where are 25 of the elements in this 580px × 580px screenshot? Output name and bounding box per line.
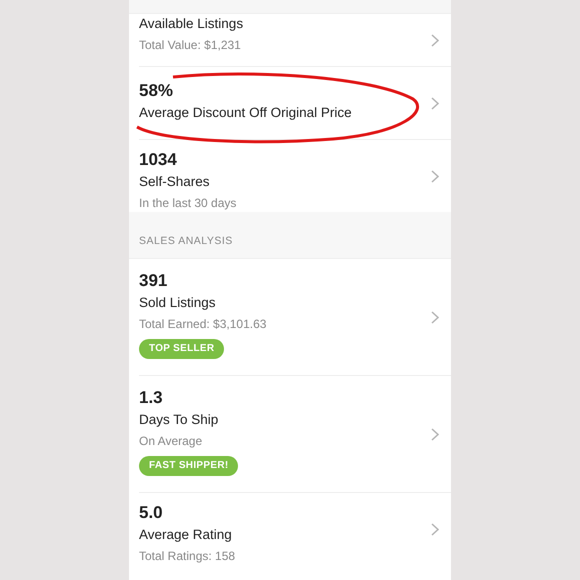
achievement-badge: FAST SHIPPER! [139,456,238,476]
chevron-right-icon [431,310,439,324]
stat-title: Self-Shares [139,173,211,191]
chevron-right-icon [431,34,439,46]
stat-title: Days To Ship [139,411,220,429]
stat-title: Available Listings [139,15,244,33]
stat-value: 1.3 [139,388,164,408]
stat-title: Average Rating [139,526,233,544]
stat-value: 58% [139,81,174,101]
stat-subtitle: Total Earned: $3,101.63 [139,316,268,333]
chevron-right-icon [431,522,439,536]
stat-subtitle: In the last 30 days [139,195,238,212]
section-heading: SALES ANALYSIS [139,235,233,247]
chevron-right-icon [431,96,439,110]
chevron-right-icon [431,428,439,440]
achievement-badge: TOP SELLER [139,339,224,359]
stat-subtitle: On Average [139,433,204,450]
chevron-right-icon [431,170,439,182]
stat-value: 1034 [139,150,178,170]
stat-title: Average Discount Off Original Price [139,104,353,122]
stat-title: Sold Listings [139,294,217,312]
stat-value: 5.0 [139,503,164,523]
stat-subtitle: Total Value: $1,231 [139,37,242,54]
stat-subtitle: Total Ratings: 158 [139,548,236,565]
stat-value: 391 [139,271,168,291]
